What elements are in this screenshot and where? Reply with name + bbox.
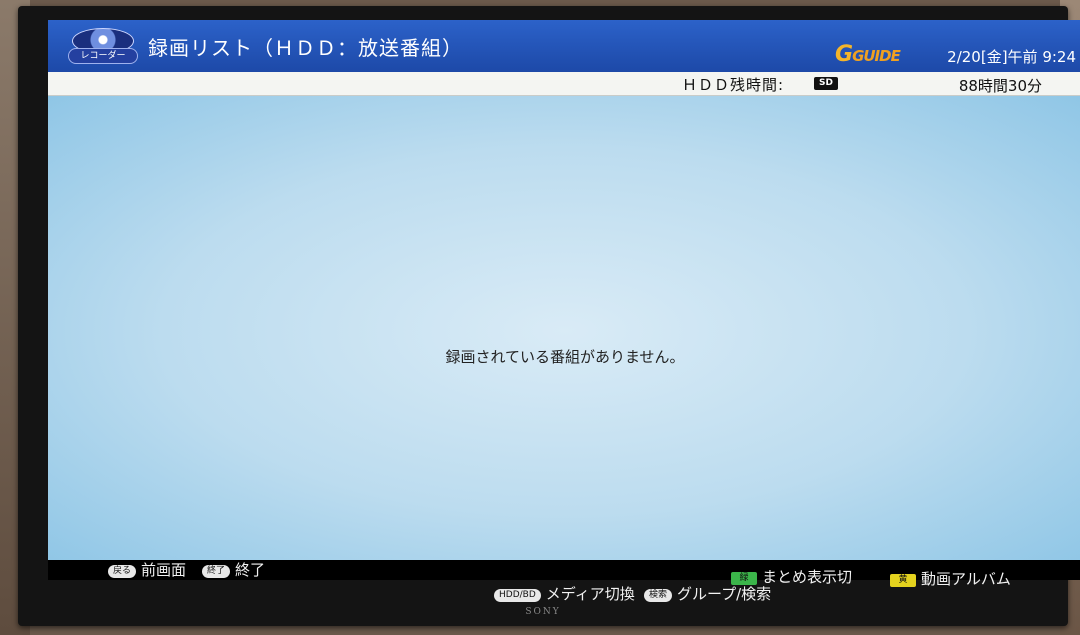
clock: 2/20[金]午前 9:24 — [947, 48, 1076, 66]
recorder-label: レコーダー — [68, 48, 138, 64]
green-summary-toggle-button[interactable]: 緑まとめ表示切 — [731, 566, 852, 587]
recorder-disc-icon: レコーダー — [68, 28, 138, 66]
exit-key-icon: 終了 — [202, 565, 231, 578]
tv-bezel: レコーダー 録画リスト（ＨＤＤ：放送番組） GGUIDE 2/20[金]午前 9… — [18, 6, 1080, 626]
gguide-logo-text: GUIDE — [852, 47, 901, 65]
summary-toggle-label: まとめ表示切 — [762, 568, 853, 586]
back-button[interactable]: 戻る 前画面 — [108, 559, 186, 580]
hdd-info-bar: ＨＤＤ残時間: SD 88時間30分 — [48, 72, 1080, 96]
media-switch-label: メディア切換 — [545, 585, 635, 603]
back-key-icon: 戻る — [108, 565, 137, 578]
page-title: 録画リスト（ＨＤＤ：放送番組） — [148, 36, 463, 60]
exit-button[interactable]: 終了 終了 — [202, 559, 265, 580]
hdd-remaining-value: 88時間30分 — [958, 77, 1042, 95]
media-switch-button[interactable]: HDD/BD メディア切換 — [494, 583, 635, 604]
hdd-bd-key-icon: HDD/BD — [494, 589, 541, 602]
sd-badge: SD — [814, 77, 838, 90]
green-key-icon: 緑 — [731, 572, 757, 585]
yellow-key-icon: 黄 — [890, 574, 916, 587]
sony-logo: SONY — [525, 607, 561, 617]
gguide-logo-g: G — [835, 42, 853, 67]
hdd-remaining-label: ＨＤＤ残時間: — [682, 76, 785, 94]
group-search-label: グループ/検索 — [677, 585, 772, 603]
tv-screen: レコーダー 録画リスト（ＨＤＤ：放送番組） GGUIDE 2/20[金]午前 9… — [48, 20, 1080, 580]
back-label: 前画面 — [141, 561, 187, 579]
exit-label: 終了 — [235, 561, 266, 579]
video-album-label: 動画アルバム — [921, 570, 1011, 588]
search-key-icon: 検索 — [644, 589, 673, 602]
empty-list-message: 録画されている番組がありません。 — [445, 348, 685, 366]
gguide-logo: GGUIDE — [835, 42, 901, 67]
recording-list-area[interactable]: 録画されている番組がありません。 — [48, 96, 1080, 566]
yellow-video-album-button[interactable]: 黄動画アルバム — [890, 568, 1011, 589]
header-bar: レコーダー 録画リスト（ＨＤＤ：放送番組） GGUIDE 2/20[金]午前 9… — [48, 20, 1080, 72]
